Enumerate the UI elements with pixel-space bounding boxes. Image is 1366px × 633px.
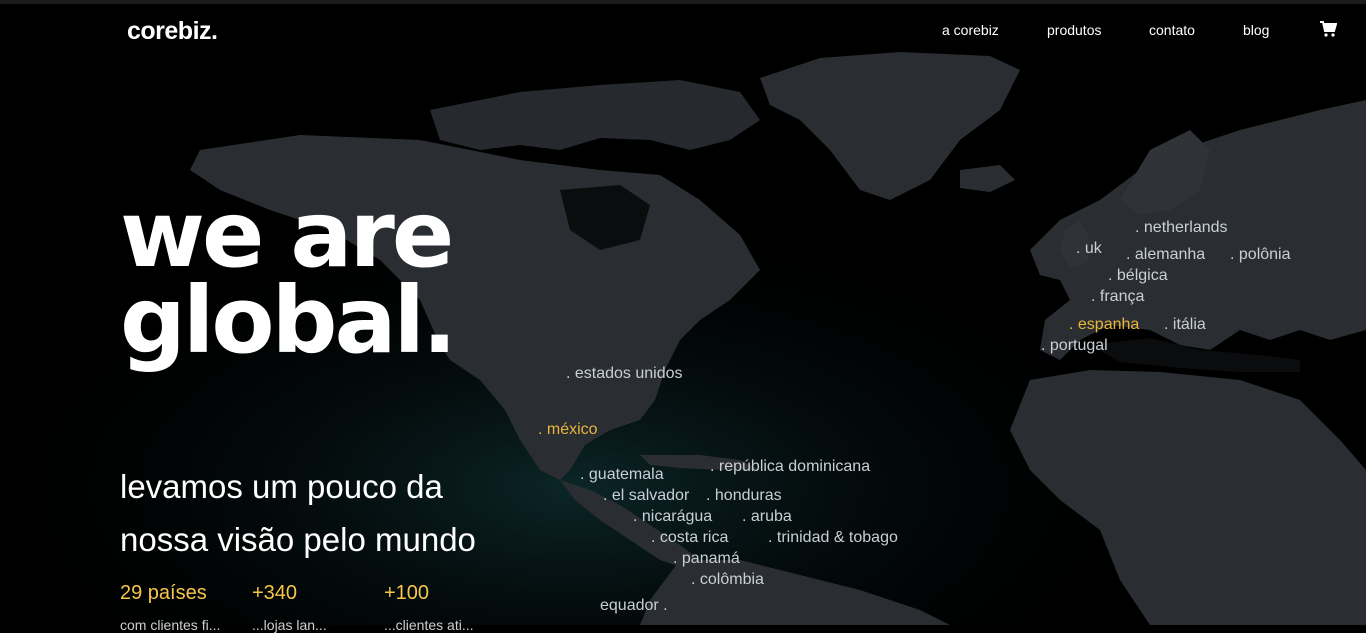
country-netherlands: . netherlands [1135,219,1228,236]
country-uk: . uk [1076,240,1102,257]
country-italia: . itália [1164,316,1206,333]
country-trinidad-tobago: . trinidad & tobago [768,529,898,546]
country-estados-unidos: . estados unidos [566,365,683,382]
cart-icon[interactable] [1319,20,1337,38]
logo-dot: . [211,17,218,45]
stat-stores-desc: ...lojas lan... [252,617,327,633]
subtitle-line2: nossa visão pelo mundo [120,521,476,558]
country-nicaragua: . nicarágua [633,508,713,525]
country-equador: equador . [600,597,668,614]
country-portugal: . portugal [1041,337,1108,354]
stat-clients-desc: ...clientes ati... [384,617,474,633]
nav-blog[interactable]: blog [1243,22,1269,38]
country-colombia: . colômbia [691,571,764,588]
country-polonia: . polônia [1230,246,1291,263]
subtitle-line1: levamos um pouco da [120,468,443,505]
hero-subtitle: levamos um pouco da nossa visão pelo mun… [120,460,560,566]
country-guatemala: . guatemala [580,466,664,483]
country-panama: . panamá [673,550,740,567]
country-honduras: . honduras [706,487,782,504]
country-republica-dominicana: . república dominicana [710,458,871,475]
stat-stores: +340 [252,582,298,604]
hero-title: we are global. [120,189,457,367]
nav-a-corebiz[interactable]: a corebiz [942,22,999,38]
nav-contato[interactable]: contato [1149,22,1195,38]
logo-text: corebiz [127,17,212,45]
country-franca: . frança [1091,288,1145,305]
stat-clients: +100 [384,582,430,604]
hero-title-line2: global. [120,267,457,374]
corebiz-logo[interactable]: corebiz. [127,17,218,46]
country-mexico: . méxico [538,421,598,438]
site-header: corebiz. a corebiz produtos contato blog [0,4,1366,56]
country-costa-rica: . costa rica [651,529,729,546]
stat-countries-desc: com clientes fi... [120,617,221,633]
country-belgica: . bélgica [1108,267,1168,284]
country-aruba: . aruba [742,508,792,525]
stat-countries: 29 países [120,582,207,604]
country-espanha: . espanha [1069,316,1140,333]
country-el-salvador: . el salvador [603,487,690,504]
nav-produtos[interactable]: produtos [1047,22,1101,38]
country-alemanha: . alemanha [1126,246,1206,263]
